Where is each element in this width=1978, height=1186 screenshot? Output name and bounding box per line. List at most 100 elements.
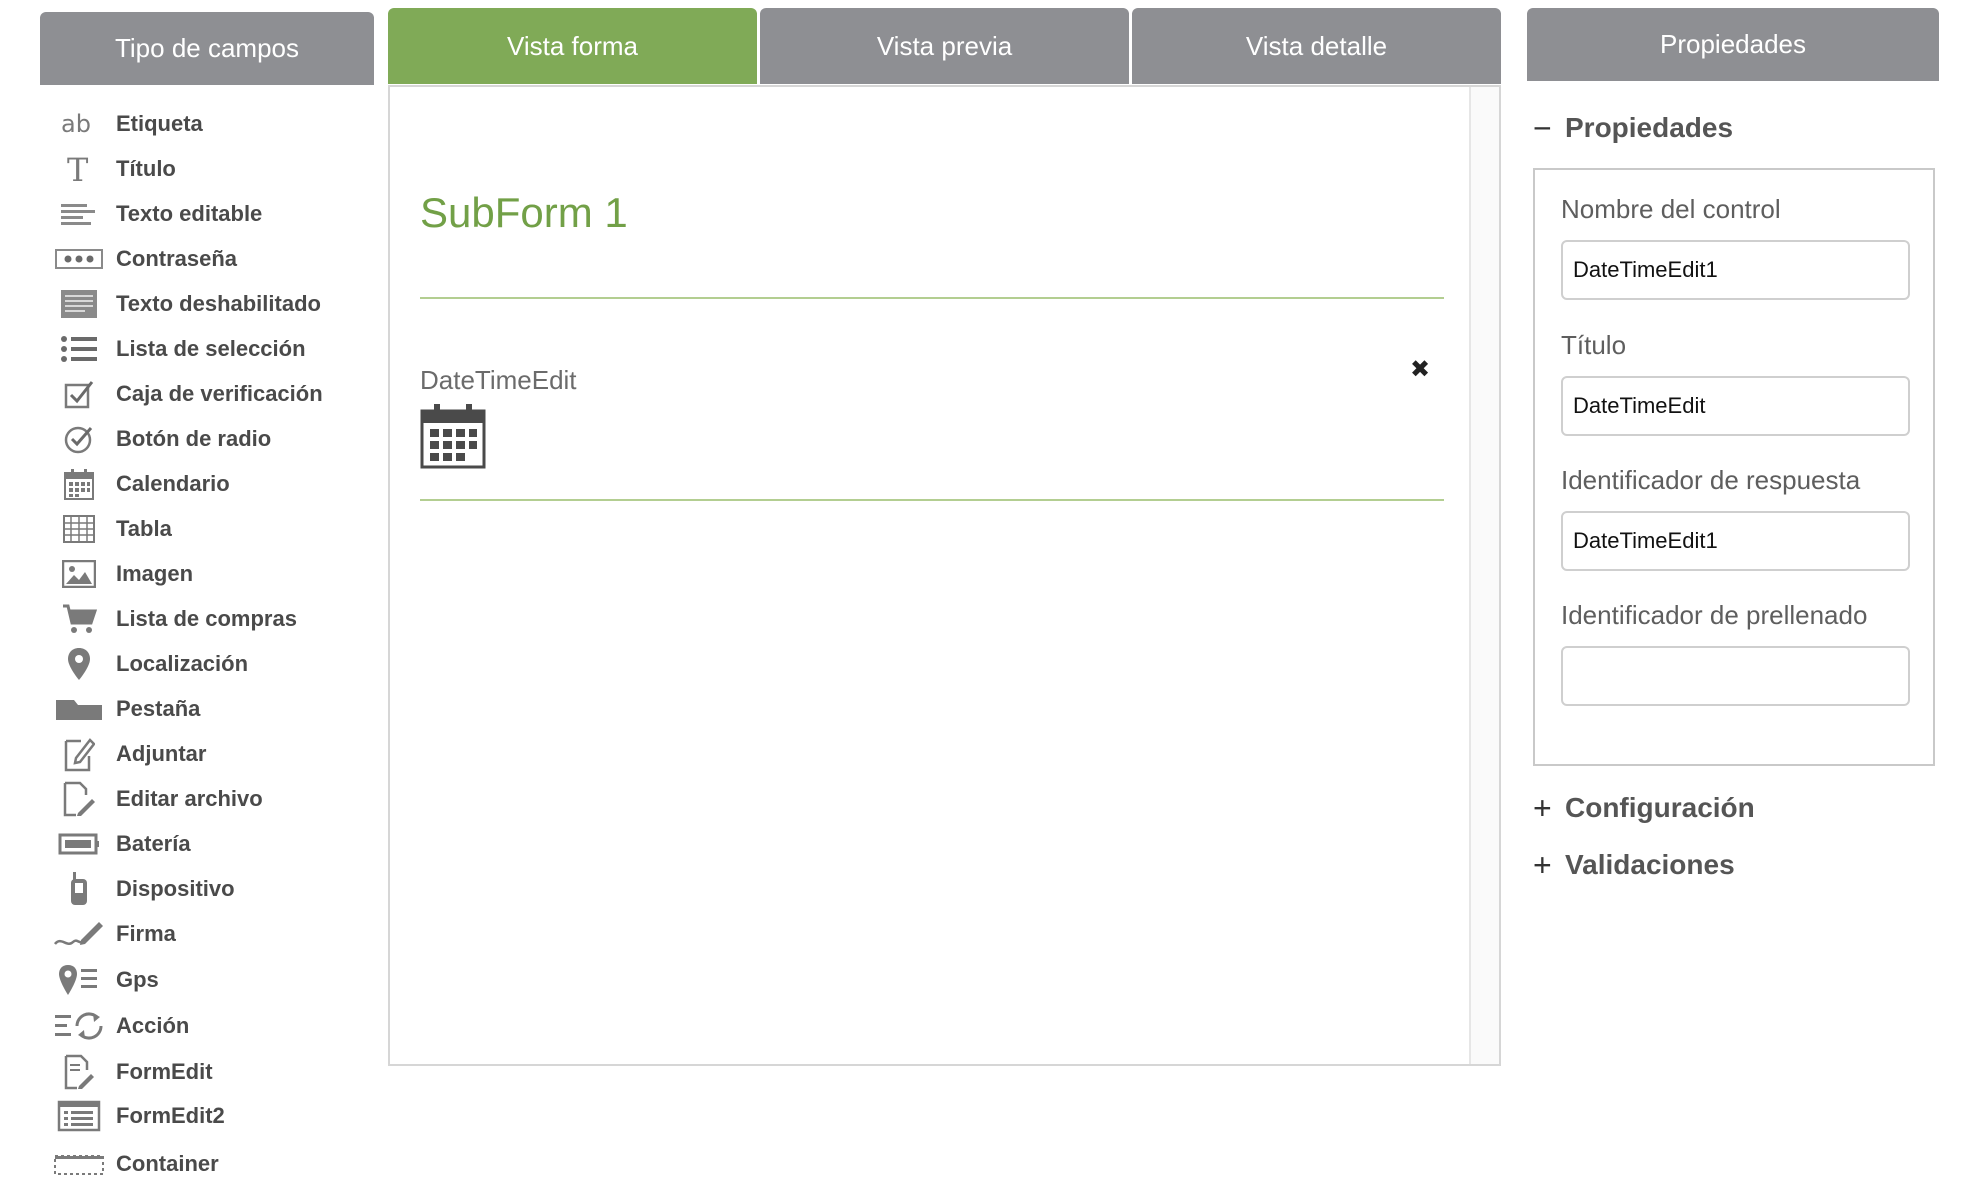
field-item-label: Botón de radio [116,426,272,451]
image-icon [52,554,106,594]
title-input[interactable] [1561,376,1910,436]
action-sync-icon [52,1006,106,1046]
field-item-label: Acción [116,1013,190,1038]
label-ab-icon: ab [52,104,106,144]
checkbox-icon [52,374,106,414]
section-label: Validaciones [1565,849,1735,880]
field-item-label: Calendario [116,471,230,496]
form-canvas[interactable]: SubForm 1 DateTimeEdit ✖ [388,85,1501,1066]
field-item-label: Firma [116,921,176,946]
shopping-cart-icon [52,599,106,639]
field-item-dispositivo[interactable]: Dispositivo [52,869,372,909]
field-item-label: Título [116,156,176,181]
field-item-adjuntar[interactable]: Adjuntar [52,734,372,774]
section-label: Propiedades [1565,112,1734,143]
field-types-header: Tipo de campos [40,12,374,85]
selection-list-icon [52,329,106,369]
field-item-label: Tabla [116,516,172,541]
field-item-formedit[interactable]: FormEdit [52,1052,372,1092]
editable-text-icon [52,194,106,234]
battery-icon [52,824,106,864]
control-name-input[interactable] [1561,240,1910,300]
field-item-label: Dispositivo [116,876,235,901]
field-item-accion[interactable]: Acción [52,1006,372,1046]
control-label: DateTimeEdit [420,365,577,395]
subform-divider-bottom [420,499,1444,501]
tab-vista-forma[interactable]: Vista forma [388,8,757,84]
field-item-label: Etiqueta [116,111,203,136]
plus-icon: + [1533,790,1552,826]
field-item-pestana[interactable]: Pestaña [52,689,372,729]
datetimeedit-control[interactable]: DateTimeEdit ✖ [420,356,1444,485]
minus-icon: − [1533,110,1552,146]
prop-label-identificador-prellenado: Identificador de prellenado [1561,600,1868,630]
section-label: Configuración [1565,792,1755,823]
field-item-formedit2[interactable]: FormEdit2 [52,1096,372,1136]
field-item-label: Imagen [116,561,194,586]
field-item-label: FormEdit2 [116,1103,225,1128]
field-item-label: Lista de selección [116,336,306,361]
field-item-calendario[interactable]: Calendario [52,464,372,504]
field-item-label: Container [116,1151,219,1176]
calendar-icon [420,403,486,474]
field-item-container[interactable]: Container [52,1144,372,1184]
device-phone-icon [52,869,106,909]
field-item-lista-compras[interactable]: Lista de compras [52,599,372,639]
svg-text:ab: ab [61,110,91,138]
field-item-imagen[interactable]: Imagen [52,554,372,594]
prop-label-titulo: Título [1561,330,1627,360]
form-edit-icon [52,1052,106,1092]
subform-title[interactable]: SubForm 1 [420,189,628,237]
prop-label-identificador-respuesta: Identificador de respuesta [1561,465,1861,495]
field-item-label: Gps [116,967,159,992]
section-validaciones-toggle[interactable]: + Validaciones [1533,849,1735,881]
view-tabs: Vista forma Vista previa Vista detalle [388,8,1501,84]
field-item-label: Editar archivo [116,786,263,811]
field-item-tabla[interactable]: Tabla [52,509,372,549]
field-item-gps[interactable]: Gps [52,960,372,1000]
password-dots-icon [52,239,106,279]
field-item-titulo[interactable]: T Título [52,149,372,189]
response-id-input[interactable] [1561,511,1910,571]
field-item-etiqueta[interactable]: ab Etiqueta [52,104,372,144]
calendar-icon [52,464,106,504]
field-item-label: Adjuntar [116,741,207,766]
field-item-label: Texto deshabilitado [116,291,321,316]
table-grid-icon [52,509,106,549]
field-item-label: Pestaña [116,696,201,721]
radio-button-icon [52,419,106,459]
edit-file-icon [52,779,106,819]
field-item-contrasena[interactable]: Contraseña [52,239,372,279]
section-propiedades-toggle[interactable]: − Propiedades [1533,112,1733,144]
field-item-texto-editable[interactable]: Texto editable [52,194,372,234]
field-item-bateria[interactable]: Batería [52,824,372,864]
canvas-scrollbar[interactable] [1469,87,1499,1064]
container-icon [52,1144,106,1184]
prefill-id-input[interactable] [1561,646,1910,706]
prop-label-nombre-control: Nombre del control [1561,194,1781,224]
svg-text:T: T [67,153,89,185]
field-item-texto-deshabilitado[interactable]: Texto deshabilitado [52,284,372,324]
form-edit2-icon [52,1096,106,1136]
gps-list-icon [52,960,106,1000]
map-pin-icon [52,644,106,684]
field-item-label: Texto editable [116,201,263,226]
tab-vista-detalle[interactable]: Vista detalle [1132,8,1501,84]
field-item-caja-verificacion[interactable]: Caja de verificación [52,374,372,414]
field-item-label: Caja de verificación [116,381,323,406]
disabled-text-icon [52,284,106,324]
field-item-lista-seleccion[interactable]: Lista de selección [52,329,372,369]
field-item-label: FormEdit [116,1059,213,1084]
field-item-label: Lista de compras [116,606,297,631]
title-t-icon: T [52,149,106,189]
attach-edit-icon [52,734,106,774]
signature-icon [52,914,106,954]
field-item-firma[interactable]: Firma [52,914,372,954]
section-configuracion-toggle[interactable]: + Configuración [1533,792,1755,824]
field-item-editar-archivo[interactable]: Editar archivo [52,779,372,819]
properties-header: Propiedades [1527,8,1939,81]
field-item-localizacion[interactable]: Localización [52,644,372,684]
tab-vista-previa[interactable]: Vista previa [760,8,1129,84]
field-item-boton-radio[interactable]: Botón de radio [52,419,372,459]
close-x-icon[interactable]: ✖ [1406,355,1434,383]
